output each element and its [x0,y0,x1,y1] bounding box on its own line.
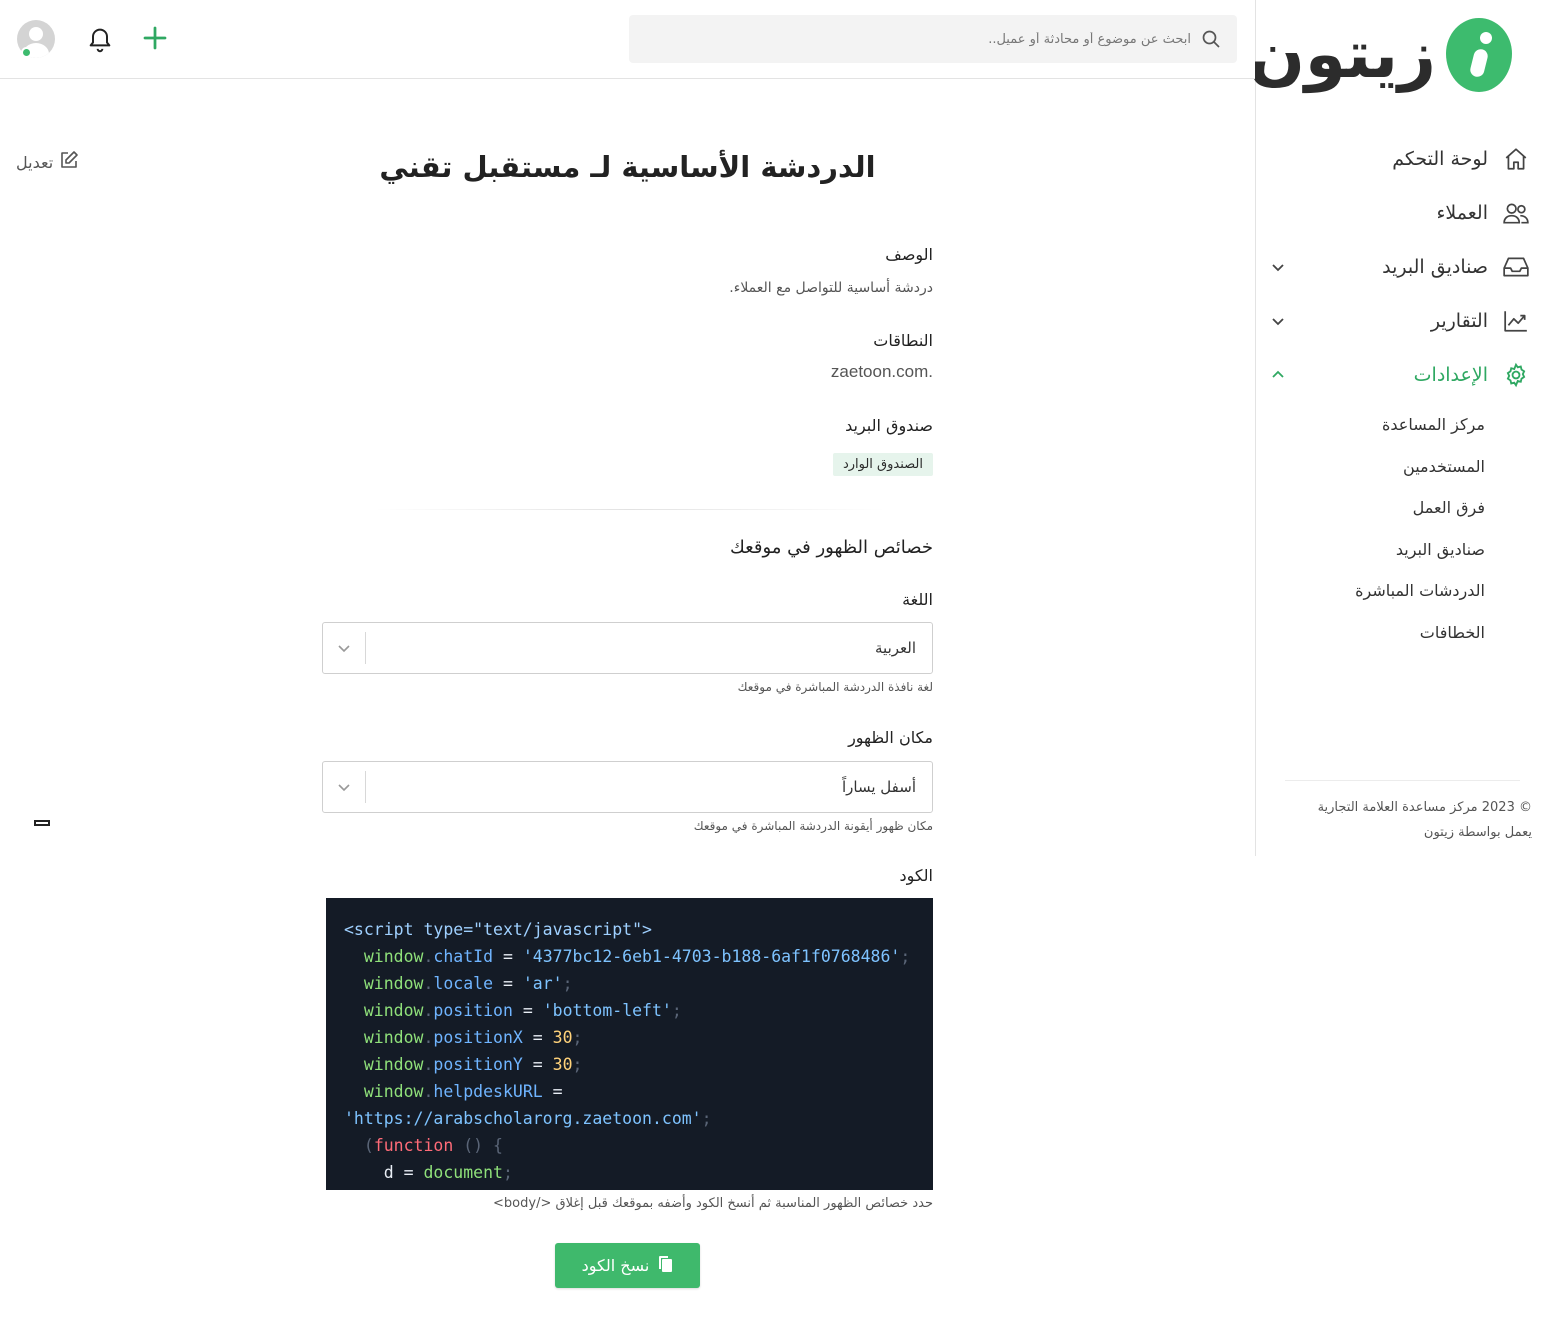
users-icon [1502,199,1530,227]
sidebar: زيتون لوحة التحكم العملاء صناديق البريد [1249,0,1550,856]
language-selected-value: العربية [875,639,916,657]
sidebar-divider [1285,780,1520,781]
sidebar-nav: لوحة التحكم العملاء صناديق البريد التقار… [1268,132,1530,653]
language-label: اللغة [902,590,933,609]
code-label: الكود [899,866,933,885]
chevron-up-icon[interactable] [1268,365,1288,385]
brand-name: زيتون [1248,16,1437,93]
mailbox-tag: الصندوق الوارد [832,453,933,476]
code-helpdesk-url: 'https://arabscholarorg.zaetoon.com' [344,1109,702,1128]
edit-label: تعديل [16,152,54,172]
sidebar-item-label: لوحة التحكم [1392,148,1488,170]
sidebar-item-label: الإعدادات [1413,364,1488,386]
code-position: 'bottom-left' [542,1001,672,1020]
home-icon [1502,145,1530,173]
top-bar [0,0,1255,79]
bell-icon[interactable] [86,25,114,53]
sidebar-footer: © 2023 مركز مساعدة العلامة التجارية يعمل… [1318,795,1532,845]
code-locale: 'ar' [522,974,563,993]
sidebar-subitem-teams[interactable]: فرق العمل [1268,487,1530,529]
sidebar-item-label: العملاء [1436,202,1489,224]
sidebar-item-reports[interactable]: التقارير [1268,294,1530,348]
page-title: الدردشة الأساسية لـ مستقبل تقني [379,150,876,184]
select-separator [365,771,366,803]
minimized-chat-icon[interactable] [34,820,50,826]
code-chat-id: '4377bc12-6eb1-4703-b188-6af1f0768486' [522,947,901,966]
position-hint: مكان ظهور أيقونة الدردشة المباشرة في موق… [693,819,933,833]
sidebar-subitem-webhooks[interactable]: الخطافات [1268,612,1530,654]
position-select[interactable]: أسفل يساراً [322,761,933,813]
sidebar-item-customers[interactable]: العملاء [1268,186,1530,240]
copy-icon [657,1255,673,1277]
chevron-down-icon[interactable] [323,779,365,795]
code-position-x: 30 [552,1028,573,1047]
add-icon[interactable] [140,23,170,53]
edit-icon [59,150,79,174]
code-hint: حدد خصائص الظهور المناسبة ثم أنسخ الكود … [493,1196,933,1211]
edit-button[interactable]: تعديل [16,150,79,174]
code-script-open: <script type="text/javascript"> [344,920,652,939]
select-separator [365,632,366,664]
position-selected-value: أسفل يساراً [842,778,916,796]
language-hint: لغة نافذة الدردشة المباشرة في موقعك [737,680,933,694]
brand-logo[interactable]: زيتون [1249,18,1512,92]
mailbox-label: صندوق البريد [845,416,933,435]
description-label: الوصف [885,245,933,264]
sidebar-item-label: التقارير [1430,310,1488,332]
settings-subnav: مركز المساعدة المستخدمين فرق العمل صنادي… [1268,404,1530,653]
sidebar-subitem-mailboxes[interactable]: صناديق البريد [1268,529,1530,571]
section-divider [375,509,885,510]
description-value: دردشة أساسية للتواصل مع العملاء. [729,280,933,296]
search-input[interactable] [691,31,1191,47]
appearance-title: خصائص الظهور في موقعك [730,537,933,558]
sidebar-subitem-help-center[interactable]: مركز المساعدة [1268,404,1530,446]
search-icon [1201,29,1221,49]
logo-mark-icon [1446,18,1512,92]
language-select[interactable]: العربية [322,622,933,674]
search-box[interactable] [629,15,1237,63]
sidebar-item-mailboxes[interactable]: صناديق البريد [1268,240,1530,294]
position-label: مكان الظهور [848,728,933,747]
online-status-badge [21,47,32,58]
chevron-down-icon[interactable] [1268,257,1288,277]
code-position-y: 30 [552,1055,573,1074]
inbox-icon [1502,253,1530,281]
copy-code-button[interactable]: نسخ الكود [555,1243,700,1288]
chevron-down-icon[interactable] [1268,311,1288,331]
copy-code-label: نسخ الكود [581,1256,650,1275]
sidebar-item-settings[interactable]: الإعدادات [1268,348,1530,402]
copyright-text: © 2023 مركز مساعدة العلامة التجارية [1317,800,1532,815]
sidebar-subitem-live-chats[interactable]: الدردشات المباشرة [1268,570,1530,612]
sidebar-subitem-users[interactable]: المستخدمين [1268,446,1530,488]
sidebar-item-dashboard[interactable]: لوحة التحكم [1268,132,1530,186]
domains-value: .zaetoon.com [830,362,933,381]
chevron-down-icon[interactable] [323,640,365,656]
domains-label: النطاقات [873,331,933,350]
sidebar-item-label: صناديق البريد [1382,256,1488,278]
gear-icon [1502,361,1530,389]
embed-code-block[interactable]: <script type="text/javascript"> window.c… [326,898,933,1190]
powered-by-text: يعمل بواسطة زيتون [1423,825,1532,840]
chart-icon [1502,307,1530,335]
